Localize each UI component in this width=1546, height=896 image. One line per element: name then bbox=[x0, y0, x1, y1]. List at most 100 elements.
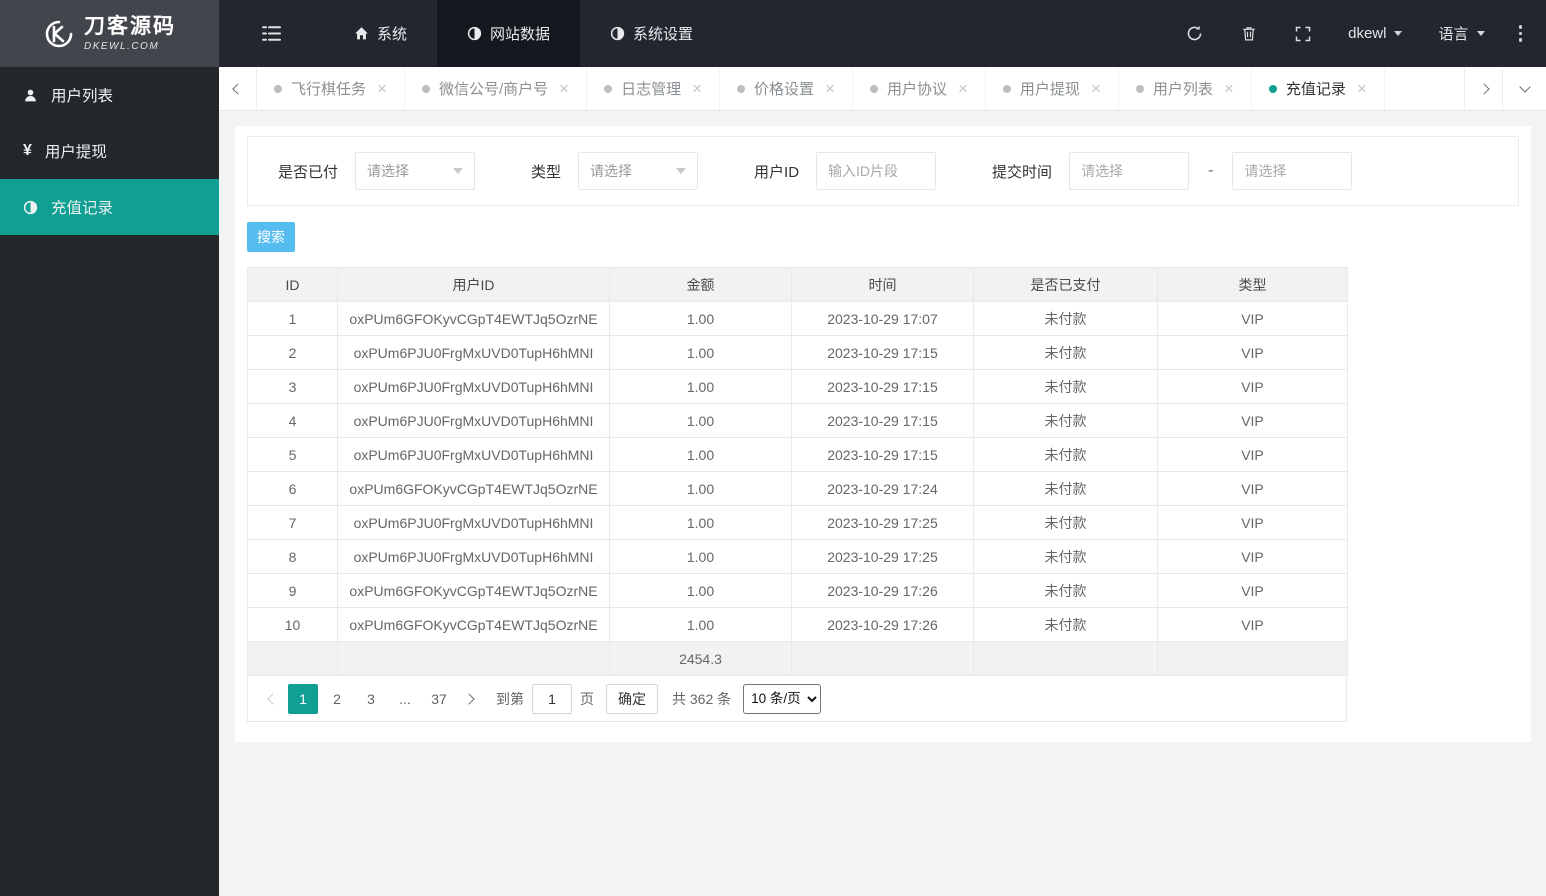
content-card: 是否已付 请选择 类型 请选择 用户ID 提交时间 - bbox=[235, 126, 1531, 742]
filter-bar: 是否已付 请选择 类型 请选择 用户ID 提交时间 - bbox=[247, 136, 1519, 206]
filter-time-label: 提交时间 bbox=[992, 163, 1053, 181]
table-cell: 7 bbox=[247, 505, 338, 540]
table-cell: 未付款 bbox=[973, 505, 1158, 540]
topbar-nav: 系统 网站数据 系统设置 bbox=[324, 0, 723, 67]
table-row: 3 oxPUm6PJU0FrgMxUVD0TupH6hMNI 1.00 2023-10… bbox=[247, 369, 1348, 404]
table-cell: 2023-10-29 17:24 bbox=[791, 471, 974, 506]
sidebar-item[interactable]: 用户列表 bbox=[0, 67, 219, 123]
pie-icon bbox=[23, 200, 38, 215]
search-button[interactable]: 搜索 bbox=[247, 222, 295, 252]
tab[interactable]: 日志管理 × bbox=[587, 67, 721, 110]
tab-close-icon[interactable]: × bbox=[1224, 80, 1234, 97]
table-cell: VIP bbox=[1157, 437, 1348, 472]
table-cell: 5 bbox=[247, 437, 338, 472]
fullscreen-icon[interactable] bbox=[1276, 0, 1330, 67]
language-menu[interactable]: 语言 bbox=[1420, 0, 1502, 67]
filter-paid-select[interactable]: 请选择 bbox=[355, 152, 476, 190]
tab[interactable]: 充值记录 × bbox=[1252, 67, 1385, 110]
time-range-separator: - bbox=[1208, 162, 1214, 179]
more-options-icon[interactable] bbox=[1503, 0, 1539, 67]
time-start-input[interactable] bbox=[1069, 152, 1190, 190]
tab-close-icon[interactable]: × bbox=[377, 80, 387, 97]
filter-type-select[interactable]: 请选择 bbox=[578, 152, 699, 190]
tab-close-icon[interactable]: × bbox=[559, 80, 569, 97]
logo-icon bbox=[43, 18, 75, 50]
chevron-down-icon bbox=[1394, 31, 1403, 36]
table-cell: 1.00 bbox=[609, 437, 792, 472]
table-cell: VIP bbox=[1157, 335, 1348, 370]
tabs-scroll-right-button[interactable] bbox=[1464, 67, 1502, 110]
table-cell: oxPUm6GFOKyvCGpT4EWTJq5OzrNE bbox=[337, 607, 610, 642]
table-cell: 1.00 bbox=[609, 505, 792, 540]
trash-icon[interactable] bbox=[1222, 0, 1276, 67]
tab-status-dot bbox=[869, 84, 878, 93]
tab[interactable]: 用户提现 × bbox=[986, 67, 1119, 110]
goto-label: 到第 bbox=[496, 690, 524, 707]
goto-page-input[interactable] bbox=[532, 683, 572, 714]
time-end-input[interactable] bbox=[1232, 152, 1353, 190]
tab-close-icon[interactable]: × bbox=[825, 80, 835, 97]
goto-unit: 页 bbox=[580, 690, 594, 707]
main-content: 是否已付 请选择 类型 请选择 用户ID 提交时间 - bbox=[219, 111, 1546, 896]
user-menu[interactable]: dkewl bbox=[1330, 0, 1420, 67]
page-button[interactable]: 1 bbox=[288, 683, 318, 714]
tab[interactable]: 用户列表 × bbox=[1119, 67, 1252, 110]
yen-icon: ¥ bbox=[23, 142, 32, 159]
tab-status-dot bbox=[1268, 84, 1277, 93]
pie-icon bbox=[467, 26, 482, 41]
prev-page-button[interactable] bbox=[260, 684, 286, 714]
table-cell: 未付款 bbox=[973, 403, 1158, 438]
table-cell: 2 bbox=[247, 335, 338, 370]
tab-close-icon[interactable]: × bbox=[958, 80, 968, 97]
tab[interactable]: 用户协议 × bbox=[853, 67, 986, 110]
page-size-select[interactable]: 10 条/页 bbox=[743, 683, 822, 714]
page-button[interactable]: 3 bbox=[356, 684, 386, 714]
tabs-menu-button[interactable] bbox=[1502, 67, 1546, 110]
total-amount: 2454.3 bbox=[609, 641, 792, 676]
tabs-scroll-left-button[interactable] bbox=[219, 67, 257, 110]
next-page-button[interactable] bbox=[456, 684, 482, 714]
table-header-cell: 时间 bbox=[791, 267, 974, 302]
page-button[interactable]: 37 bbox=[424, 684, 454, 714]
table-header-cell: 类型 bbox=[1157, 267, 1348, 302]
table-cell: VIP bbox=[1157, 403, 1348, 438]
table-cell: 1.00 bbox=[609, 539, 792, 574]
menu-toggle-icon[interactable] bbox=[219, 0, 324, 67]
table-cell: 2023-10-29 17:26 bbox=[791, 573, 974, 608]
topbar-nav-item[interactable]: 系统 bbox=[324, 0, 437, 67]
table-cell: oxPUm6PJU0FrgMxUVD0TupH6hMNI bbox=[337, 335, 610, 370]
sidebar-item[interactable]: 充值记录 bbox=[0, 179, 219, 235]
table-row: 8 oxPUm6PJU0FrgMxUVD0TupH6hMNI 1.00 2023-10… bbox=[247, 539, 1348, 574]
table-cell: oxPUm6PJU0FrgMxUVD0TupH6hMNI bbox=[337, 437, 610, 472]
tab[interactable]: 微信公号/商户号 × bbox=[405, 67, 588, 110]
tab[interactable]: 飞行棋任务 × bbox=[257, 67, 405, 110]
logo: 刀客源码 DKEWL.COM bbox=[0, 0, 219, 67]
tab[interactable]: 价格设置 × bbox=[720, 67, 853, 110]
table-cell: 9 bbox=[247, 573, 338, 608]
tab-close-icon[interactable]: × bbox=[1091, 80, 1101, 97]
table-cell: 6 bbox=[247, 471, 338, 506]
table-cell: 2023-10-29 17:25 bbox=[791, 539, 974, 574]
home-icon bbox=[354, 26, 369, 41]
pie-icon bbox=[610, 26, 625, 41]
filter-type-label: 类型 bbox=[531, 163, 562, 181]
table-cell: 1.00 bbox=[609, 471, 792, 506]
table-cell: VIP bbox=[1157, 505, 1348, 540]
confirm-button[interactable]: 确定 bbox=[606, 683, 658, 714]
filter-paid-value: 请选择 bbox=[367, 163, 410, 179]
page-button[interactable]: 2 bbox=[322, 684, 352, 714]
tab-status-dot bbox=[421, 84, 430, 93]
topbar-nav-item[interactable]: 系统设置 bbox=[580, 0, 723, 67]
tabbar: 飞行棋任务 × 微信公号/商户号 × 日志管理 × 价格设置 × 用户协议 × … bbox=[219, 67, 1546, 111]
sidebar-item[interactable]: ¥ 用户提现 bbox=[0, 123, 219, 179]
table-cell: 未付款 bbox=[973, 607, 1158, 642]
userid-input[interactable] bbox=[816, 152, 937, 190]
table-cell: 2023-10-29 17:26 bbox=[791, 607, 974, 642]
table-cell: 3 bbox=[247, 369, 338, 404]
refresh-icon[interactable] bbox=[1167, 0, 1222, 67]
table-cell: 1.00 bbox=[609, 335, 792, 370]
topbar-nav-item[interactable]: 网站数据 bbox=[437, 0, 581, 67]
table-cell: VIP bbox=[1157, 301, 1348, 336]
tab-close-icon[interactable]: × bbox=[692, 80, 702, 97]
tab-close-icon[interactable]: × bbox=[1357, 80, 1367, 97]
